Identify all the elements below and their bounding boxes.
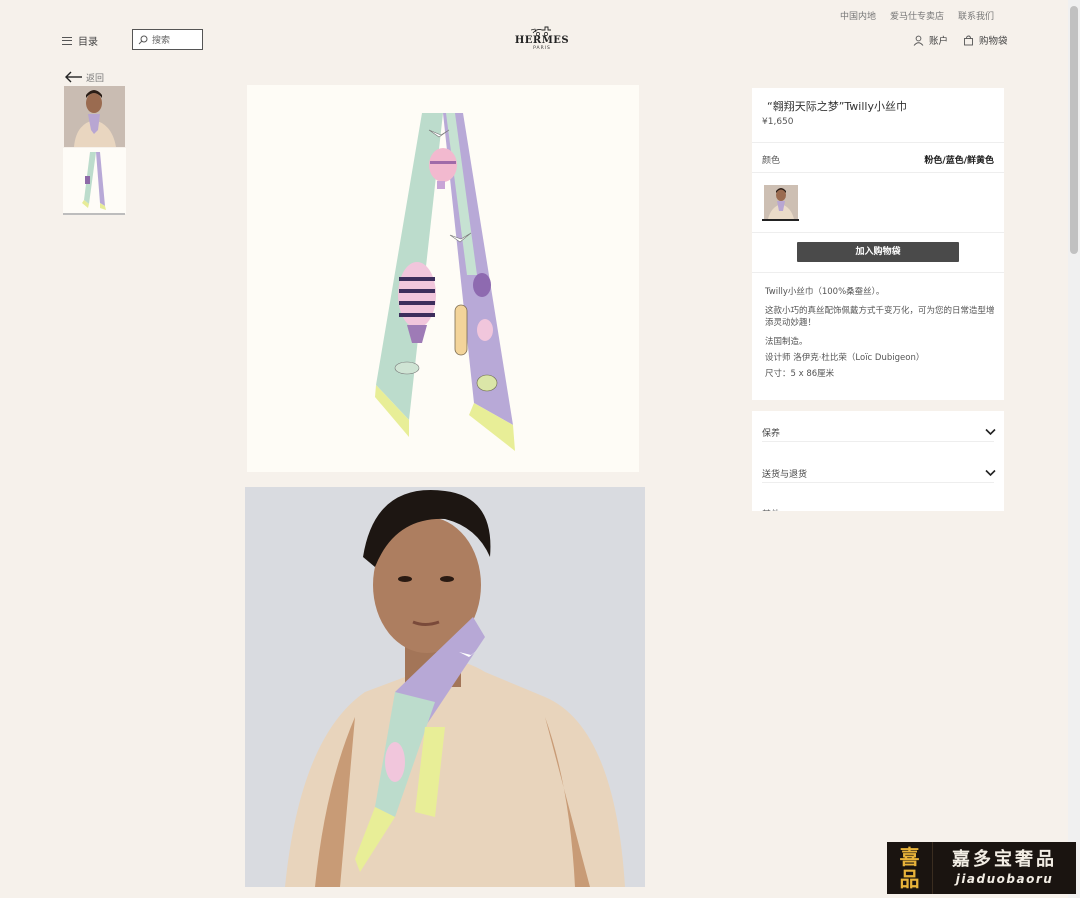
thumbnail-scarf-image [63,148,126,214]
hamburger-icon [62,36,72,45]
account-button[interactable]: 账户 [913,33,948,47]
color-swatch-image [764,185,798,219]
search-input[interactable]: 搜索 [132,29,203,50]
scarf-illustration [247,85,639,472]
product-description: Twilly小丝巾（100%桑蚕丝）。 这款小巧的真丝配饰佩戴方式千变万化，可为… [765,286,997,384]
divider [762,482,994,483]
color-label: 颜色 [762,156,781,166]
model-photo [245,487,645,887]
thumbnail-model[interactable] [64,86,125,147]
accordion-shipping[interactable]: 送货与退货 [762,458,996,488]
menu-button[interactable]: 目录 [62,33,98,48]
description-line: 这款小巧的真丝配饰佩戴方式千变万化，可为您的日常造型增添灵动妙趣！ [765,306,995,328]
logo-city: PARIS [533,46,551,51]
link-stores[interactable]: 爱马仕专卖店 [890,9,944,22]
add-to-bag-button[interactable]: 加入购物袋 [797,242,959,262]
product-panel: “翱翔天际之梦”Twilly小丝巾 ¥1,650 颜色 粉色/蓝色/鲜黄色 加入… [752,88,1004,400]
description-line: Twilly小丝巾（100%桑蚕丝）。 [765,287,885,297]
selected-swatch-indicator [762,219,799,221]
search-icon [138,35,148,44]
brand-logo[interactable]: HERMES PARIS [510,24,574,51]
divider [752,142,1004,143]
product-image-model[interactable] [245,487,645,887]
chevron-down-icon [985,428,996,436]
page-scrollbar[interactable] [1068,0,1080,898]
bag-button[interactable]: 购物袋 [963,33,1008,47]
arrow-left-icon [65,71,82,83]
menu-label: 目录 [78,37,98,48]
product-price: ¥1,650 [762,117,794,127]
divider [762,441,994,442]
link-contact[interactable]: 联系我们 [958,9,994,22]
bag-label: 购物袋 [979,36,1008,47]
watermark-text: 嘉多宝奢品 jiaduobaoru [933,849,1076,887]
thumbnail-model-image [64,86,125,147]
scrollbar-thumb[interactable] [1070,6,1078,254]
top-links: 中国内地 爱马仕专卖店 联系我们 [840,9,994,22]
site-header: 中国内地 爱马仕专卖店 联系我们 目录 搜索 HERMES PARIS 账户 购… [0,0,1068,60]
link-region[interactable]: 中国内地 [840,9,876,22]
product-image-scarf[interactable] [247,85,639,472]
watermark-emblem-bottom: 品 [899,867,920,891]
divider [752,172,1004,173]
color-value: 粉色/蓝色/鲜黄色 [924,156,994,166]
account-label: 账户 [929,36,949,47]
search-placeholder: 搜索 [152,36,171,46]
accordion-care[interactable]: 保养 [762,417,996,447]
accordion-shipping-label: 送货与退货 [762,469,808,480]
watermark-cn: 嘉多宝奢品 [952,849,1057,870]
chevron-down-icon [985,469,996,477]
shopping-bag-icon [964,35,973,45]
description-line: 尺寸：5 x 86厘米 [765,369,835,379]
watermark-emblem-top: 喜 [899,845,920,869]
info-accordion: 保养 送货与退货 其他 [752,411,1004,511]
product-title: “翱翔天际之梦”Twilly小丝巾 [767,100,907,113]
watermark-en: jiaduobaoru [955,872,1054,886]
logo-brand: HERMES [514,35,570,46]
thumbnail-scroll-indicator [63,213,125,215]
color-swatch[interactable] [764,185,798,219]
back-label: 返回 [86,73,105,84]
thumbnail-scarf[interactable] [63,148,126,214]
divider [752,232,1004,233]
accordion-partial-label: 其他 [762,507,780,511]
watermark-emblem: 喜 品 [887,842,933,894]
user-icon [913,35,924,46]
accordion-care-label: 保养 [762,428,781,439]
description-line: 设计师 洛伊克·杜比荣（Loïc Dubigeon） [765,353,925,363]
watermark-logo: 喜 品 嘉多宝奢品 jiaduobaoru [887,842,1076,894]
back-link[interactable]: 返回 [64,70,104,84]
description-line: 法国制造。 [765,337,808,347]
divider [752,272,1004,273]
